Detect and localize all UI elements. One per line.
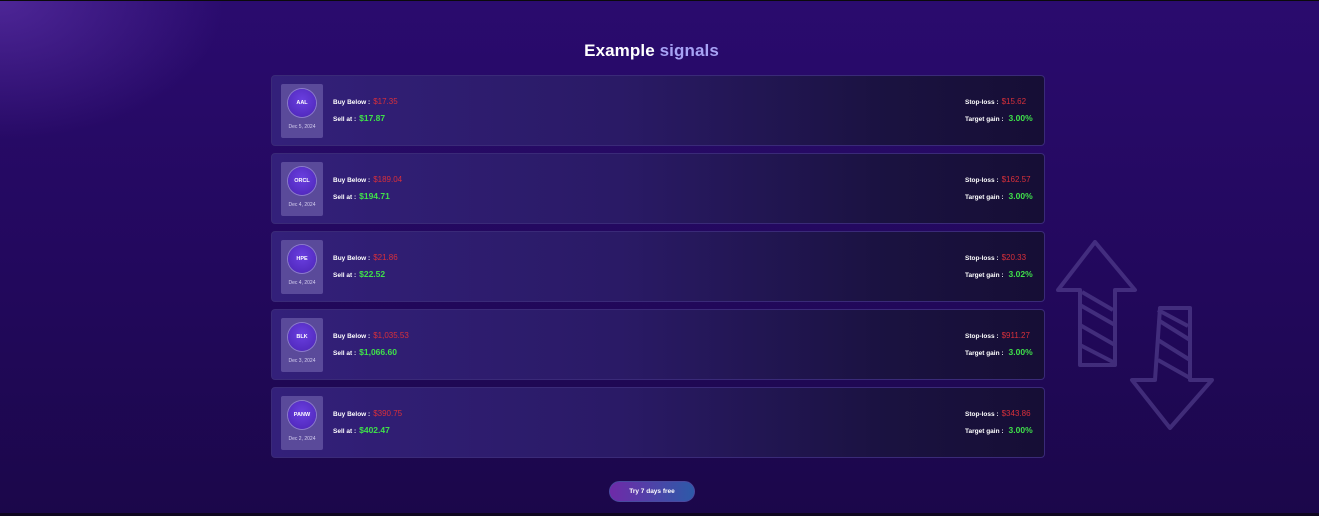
target-gain-row: Target gain : 3.00% xyxy=(965,425,1033,435)
stop-loss-label: Stop-loss : xyxy=(965,255,999,262)
sell-at-row: Sell at : $1,066.60 xyxy=(333,347,397,357)
signal-card: AAL Dec 5, 2024 Buy Below : $17.35 Sell … xyxy=(271,75,1045,146)
buy-below-label: Buy Below : xyxy=(333,177,371,184)
target-gain-value: 3.02% xyxy=(1008,269,1033,279)
buy-below-label: Buy Below : xyxy=(333,255,371,262)
title-part-2: signals xyxy=(659,41,719,60)
stop-loss-value: $162.57 xyxy=(1001,175,1031,184)
ticker-avatar: ORCL xyxy=(288,167,316,195)
sell-at-value: $194.71 xyxy=(359,191,390,201)
ticker-avatar: BLK xyxy=(288,323,316,351)
signal-card: HPE Dec 4, 2024 Buy Below : $21.86 Sell … xyxy=(271,231,1045,302)
stop-loss-row: Stop-loss : $15.62 xyxy=(965,97,1026,106)
target-gain-label: Target gain : xyxy=(965,194,1004,201)
stop-loss-label: Stop-loss : xyxy=(965,333,999,340)
buy-below-row: Buy Below : $1,035.53 xyxy=(333,331,409,340)
sell-at-row: Sell at : $194.71 xyxy=(333,191,390,201)
ticker-tile: PANW Dec 2, 2024 xyxy=(281,396,323,450)
signals-list: AAL Dec 5, 2024 Buy Below : $17.35 Sell … xyxy=(271,75,1045,465)
target-gain-label: Target gain : xyxy=(965,116,1004,123)
stop-loss-row: Stop-loss : $343.86 xyxy=(965,409,1031,418)
signal-card: BLK Dec 3, 2024 Buy Below : $1,035.53 Se… xyxy=(271,309,1045,380)
signal-date: Dec 4, 2024 xyxy=(288,280,316,286)
ticker-tile: HPE Dec 4, 2024 xyxy=(281,240,323,294)
ticker-symbol: HPE xyxy=(296,256,308,262)
stop-loss-value: $911.27 xyxy=(1001,331,1030,340)
stop-loss-row: Stop-loss : $20.33 xyxy=(965,253,1026,262)
target-gain-row: Target gain : 3.00% xyxy=(965,347,1033,357)
stop-loss-row: Stop-loss : $911.27 xyxy=(965,331,1030,340)
stop-loss-label: Stop-loss : xyxy=(965,99,999,106)
buy-below-label: Buy Below : xyxy=(333,99,371,106)
target-gain-value: 3.00% xyxy=(1008,113,1033,123)
target-gain-label: Target gain : xyxy=(965,428,1004,435)
ticker-tile: BLK Dec 3, 2024 xyxy=(281,318,323,372)
stop-loss-label: Stop-loss : xyxy=(965,177,999,184)
signal-card: PANW Dec 2, 2024 Buy Below : $390.75 Sel… xyxy=(271,387,1045,458)
buy-below-value: $21.86 xyxy=(373,253,398,262)
buy-below-value: $189.04 xyxy=(373,175,403,184)
sell-at-label: Sell at : xyxy=(333,194,357,201)
sell-at-label: Sell at : xyxy=(333,350,357,357)
ticker-avatar: AAL xyxy=(288,89,316,117)
buy-below-label: Buy Below : xyxy=(333,333,371,340)
buy-below-row: Buy Below : $21.86 xyxy=(333,253,398,262)
ticker-avatar: PANW xyxy=(288,401,316,429)
sell-at-row: Sell at : $22.52 xyxy=(333,269,385,279)
sell-at-value: $22.52 xyxy=(359,269,386,279)
target-gain-value: 3.00% xyxy=(1008,347,1033,357)
ticker-tile: ORCL Dec 4, 2024 xyxy=(281,162,323,216)
sell-at-label: Sell at : xyxy=(333,428,357,435)
buy-below-value: $17.35 xyxy=(373,97,398,106)
ticker-symbol: AAL xyxy=(296,100,308,106)
title-part-1: Example xyxy=(584,41,655,60)
buy-below-row: Buy Below : $17.35 xyxy=(333,97,398,106)
ticker-tile: AAL Dec 5, 2024 xyxy=(281,84,323,138)
sell-at-value: $17.87 xyxy=(359,113,386,123)
sell-at-row: Sell at : $17.87 xyxy=(333,113,385,123)
sell-at-value: $402.47 xyxy=(359,425,390,435)
signal-date: Dec 4, 2024 xyxy=(288,202,316,208)
target-gain-row: Target gain : 3.00% xyxy=(965,113,1033,123)
target-gain-label: Target gain : xyxy=(965,350,1004,357)
stop-loss-value: $20.33 xyxy=(1001,253,1027,262)
ticker-symbol: BLK xyxy=(296,334,308,340)
signal-date: Dec 5, 2024 xyxy=(288,124,316,130)
section-title: Example signals xyxy=(0,41,1303,61)
sell-at-label: Sell at : xyxy=(333,116,357,123)
top-border xyxy=(0,0,1319,1)
ticker-symbol: ORCL xyxy=(294,178,310,184)
stop-loss-value: $15.62 xyxy=(1001,97,1027,106)
stop-loss-row: Stop-loss : $162.57 xyxy=(965,175,1031,184)
ticker-symbol: PANW xyxy=(293,412,311,418)
target-gain-row: Target gain : 3.02% xyxy=(965,269,1033,279)
ticker-avatar: HPE xyxy=(288,245,316,273)
target-gain-label: Target gain : xyxy=(965,272,1004,279)
sell-at-row: Sell at : $402.47 xyxy=(333,425,390,435)
buy-below-value: $390.75 xyxy=(373,409,403,418)
signal-card: ORCL Dec 4, 2024 Buy Below : $189.04 Sel… xyxy=(271,153,1045,224)
stop-loss-value: $343.86 xyxy=(1001,409,1031,418)
up-down-arrows-icon xyxy=(1056,240,1214,430)
sell-at-value: $1,066.60 xyxy=(359,347,397,357)
sell-at-label: Sell at : xyxy=(333,272,357,279)
try-free-button[interactable]: Try 7 days free xyxy=(609,481,695,502)
buy-below-label: Buy Below : xyxy=(333,411,371,418)
buy-below-value: $1,035.53 xyxy=(373,331,409,340)
target-gain-row: Target gain : 3.00% xyxy=(965,191,1033,201)
signal-date: Dec 2, 2024 xyxy=(288,436,316,442)
buy-below-row: Buy Below : $390.75 xyxy=(333,409,402,418)
target-gain-value: 3.00% xyxy=(1008,425,1033,435)
target-gain-value: 3.00% xyxy=(1008,191,1033,201)
stop-loss-label: Stop-loss : xyxy=(965,411,999,418)
signal-date: Dec 3, 2024 xyxy=(288,358,316,364)
buy-below-row: Buy Below : $189.04 xyxy=(333,175,402,184)
